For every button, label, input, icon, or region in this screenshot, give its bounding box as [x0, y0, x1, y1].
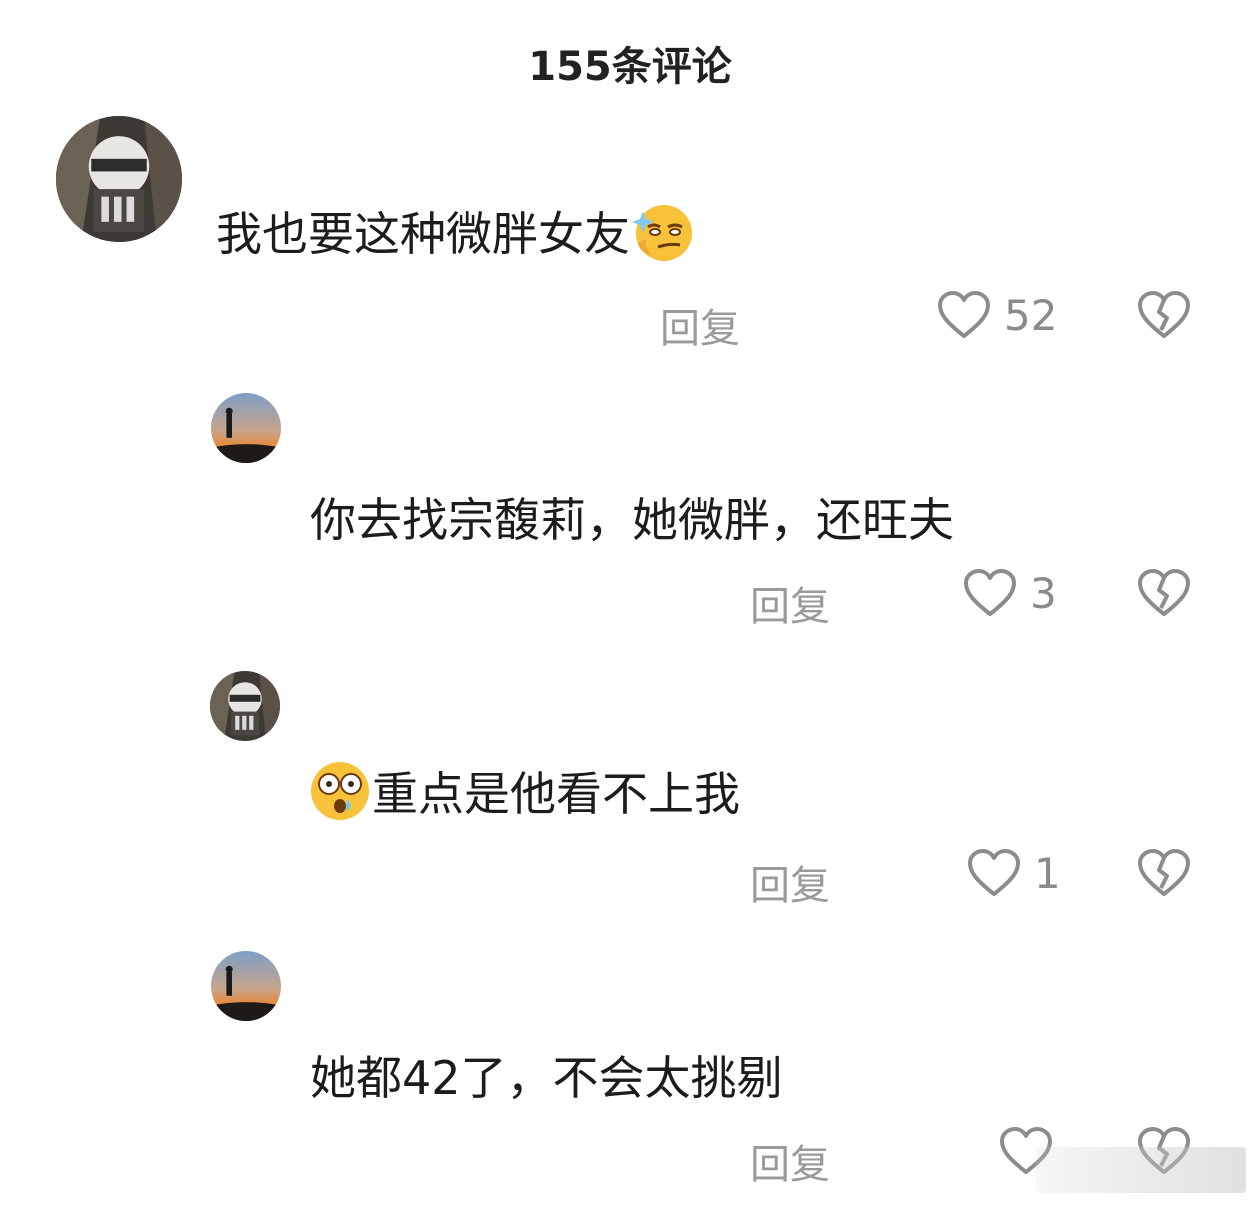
like-button[interactable]: 52	[936, 290, 1057, 340]
like-count: 52	[1004, 290, 1058, 340]
avatar-sunset-hiker-image	[211, 951, 281, 1021]
watermark-overlay	[1036, 1147, 1246, 1193]
avatar[interactable]	[211, 393, 281, 463]
reply-button[interactable]: 回复	[750, 574, 830, 632]
heart-icon	[968, 849, 1020, 896]
like-count: 1	[1034, 848, 1061, 898]
comment-text: 她都42了，不会太挑剔	[310, 1042, 783, 1108]
comment-text: 我也要这种微胖女友	[216, 198, 694, 264]
comment-body: 你去找宗馥莉，她微胖，还旺夫	[310, 493, 954, 547]
comment-text: 你去找宗馥莉，她微胖，还旺夫	[310, 484, 954, 550]
heart-icon	[964, 569, 1016, 616]
avatar[interactable]	[211, 951, 281, 1021]
like-button[interactable]: 1	[966, 848, 1061, 898]
avatar-cartoon-soldier-image	[56, 116, 182, 242]
reply-button[interactable]: 回复	[750, 1132, 830, 1190]
avatar[interactable]	[56, 116, 182, 242]
broken-heart-icon	[1138, 849, 1190, 896]
dislike-button[interactable]	[1136, 848, 1192, 898]
comment-text: 重点是他看不上我	[308, 758, 740, 824]
dislike-button[interactable]	[1136, 290, 1192, 340]
dislike-button[interactable]	[1136, 568, 1192, 618]
like-count: 3	[1030, 568, 1057, 618]
avatar-sunset-hiker-image	[211, 393, 281, 463]
comment-body: 她都42了，不会太挑剔	[310, 1051, 783, 1105]
broken-heart-icon	[1138, 569, 1190, 616]
like-button[interactable]: 3	[962, 568, 1057, 618]
avatar[interactable]	[210, 671, 280, 741]
avatar-cartoon-soldier-image	[210, 671, 280, 741]
shocked-emoji-icon	[308, 759, 372, 823]
heart-icon	[938, 291, 990, 338]
broken-heart-icon	[1138, 291, 1190, 338]
reply-button[interactable]: 回复	[660, 296, 740, 354]
comment-body: 我也要这种微胖女友	[216, 207, 630, 261]
comment-body: 重点是他看不上我	[372, 767, 740, 821]
comments-count-title: 155条评论	[528, 44, 732, 90]
smirk-sparkle-emoji-icon	[630, 199, 694, 263]
reply-button[interactable]: 回复	[750, 853, 830, 911]
